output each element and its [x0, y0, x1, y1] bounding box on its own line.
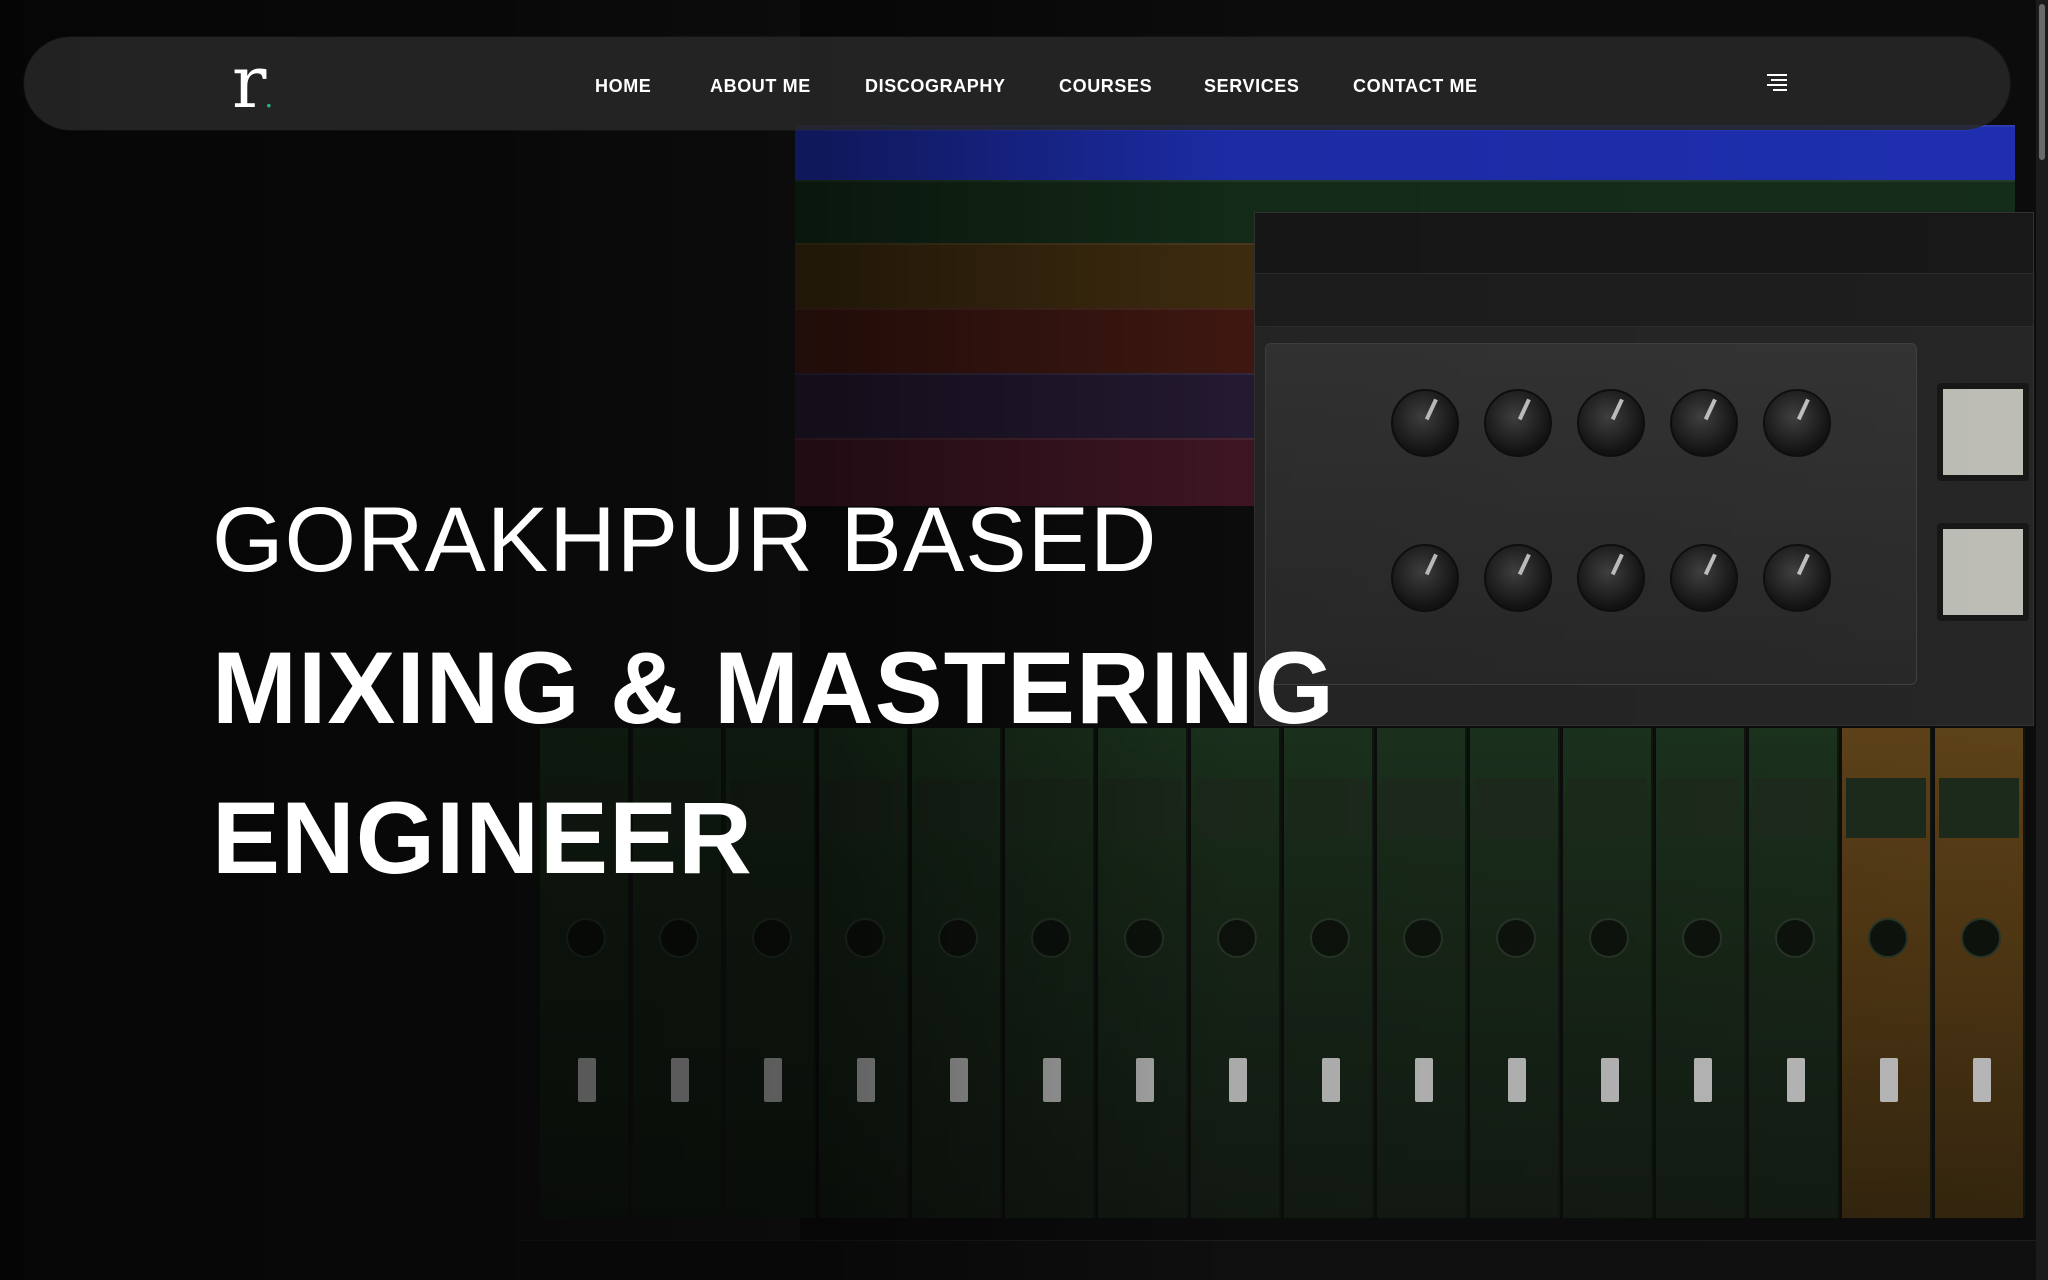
nav-item-courses[interactable]: COURSES — [1059, 76, 1152, 97]
hamburger-menu-icon[interactable] — [1765, 72, 1787, 91]
nav-item-contact-me[interactable]: CONTACT ME — [1353, 76, 1478, 97]
hero-title-line-1: MIXING & MASTERING — [212, 631, 1336, 745]
main-nav: HOME ABOUT ME DISCOGRAPHY COURSES SERVIC… — [0, 76, 2048, 100]
menu-bar-3 — [1767, 84, 1787, 86]
hero-title-line-2: ENGINEER — [212, 781, 753, 895]
menu-bar-1 — [1767, 74, 1787, 76]
nav-item-about-me[interactable]: ABOUT ME — [710, 76, 811, 97]
page-scrollbar[interactable] — [2036, 0, 2048, 1280]
menu-bar-2 — [1771, 79, 1787, 81]
nav-item-discography[interactable]: DISCOGRAPHY — [865, 76, 1006, 97]
nav-item-services[interactable]: SERVICES — [1204, 76, 1300, 97]
menu-bar-4 — [1773, 89, 1787, 91]
hero-subtitle-location: GORAKHPUR BASED — [212, 489, 1158, 591]
nav-item-home[interactable]: HOME — [595, 76, 651, 97]
